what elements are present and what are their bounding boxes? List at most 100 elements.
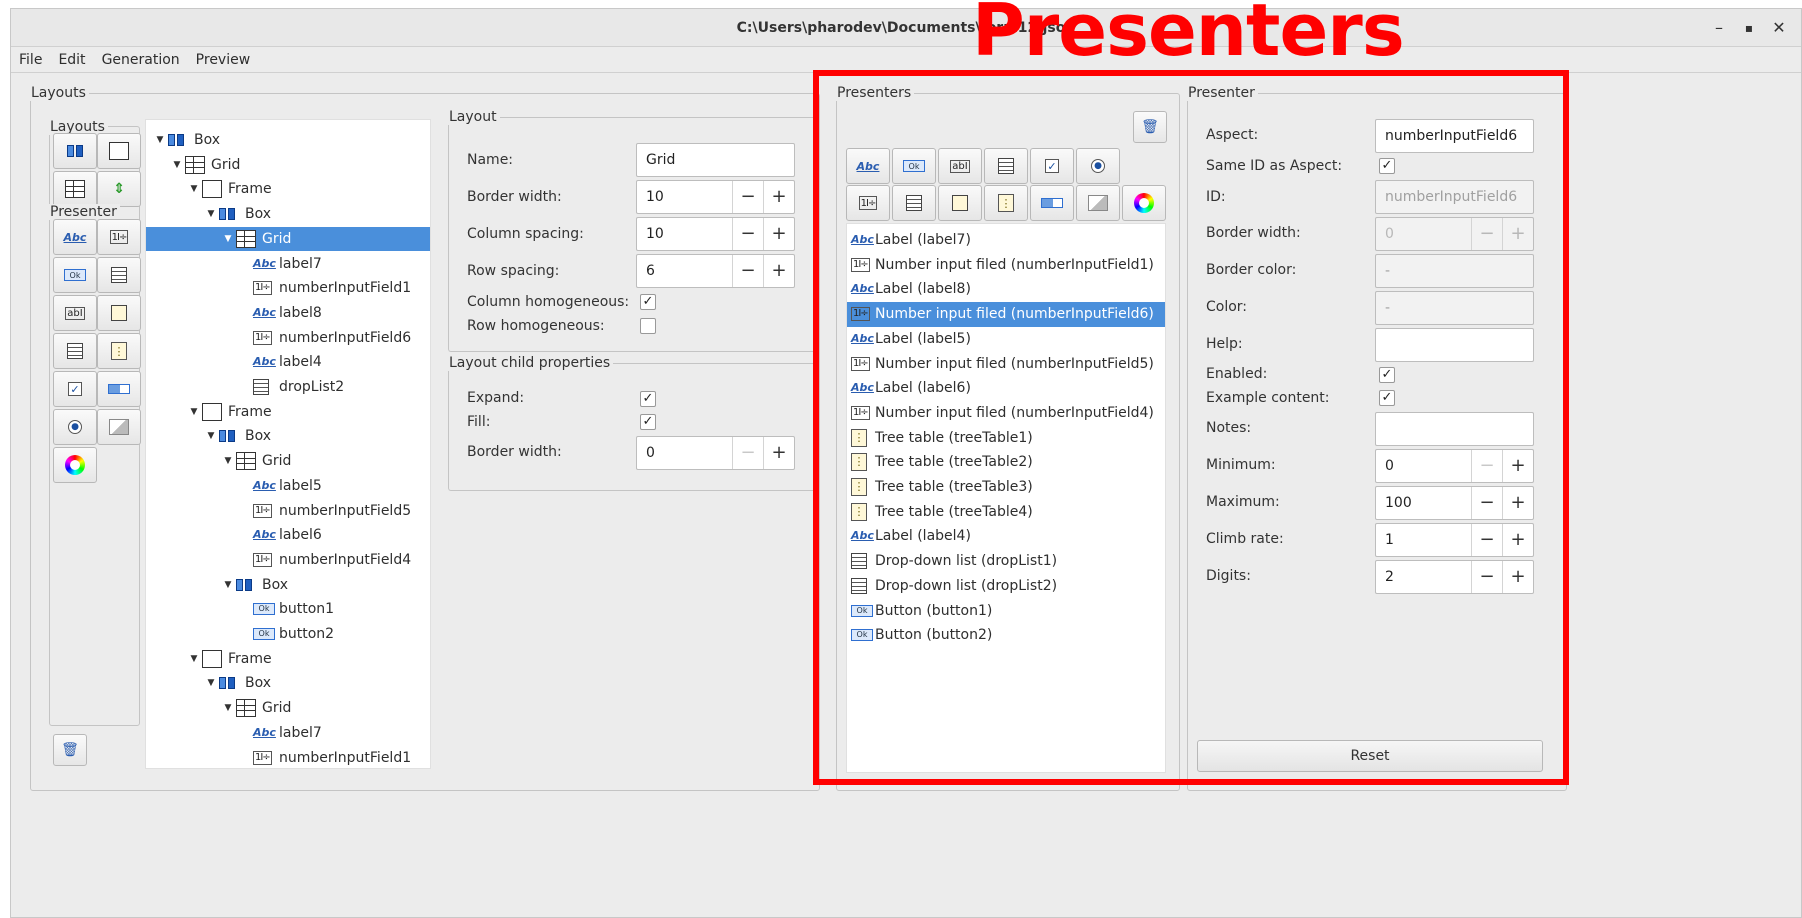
border-width-stepper[interactable]: 10− + (636, 180, 795, 214)
decrement-button[interactable]: − (732, 437, 763, 469)
tree-node[interactable]: Ok button2 (146, 622, 430, 646)
add-progress-bar-button[interactable] (1030, 185, 1074, 221)
presenter-border-width-value[interactable]: 0 (1376, 218, 1471, 250)
presenters-list[interactable]: Abc Label (label7) 1I÷ Number input filed (… (846, 223, 1166, 773)
row-spacing-stepper[interactable]: 6− + (636, 254, 795, 288)
add-box-button[interactable] (53, 133, 97, 169)
name-input[interactable]: Grid (636, 143, 795, 177)
tree-node[interactable]: ▼ Frame (146, 647, 430, 671)
menu-preview[interactable]: Preview (188, 47, 259, 73)
border-color-input[interactable]: - (1375, 254, 1534, 288)
tree-node[interactable]: 1I÷ numberInputField6 (146, 326, 430, 350)
add-text-input-button[interactable]: abI (53, 295, 97, 331)
climb-rate-value[interactable]: 1 (1376, 524, 1471, 556)
decrement-button[interactable]: − (1471, 524, 1502, 556)
delete-presenter-button[interactable] (1133, 111, 1167, 143)
maximize-button[interactable]: ▪ (1733, 9, 1765, 47)
tree-node[interactable]: ▼ Box (146, 671, 430, 695)
expand-arrow-icon[interactable]: ▼ (205, 671, 217, 695)
expand-arrow-icon[interactable]: ▼ (188, 647, 200, 671)
add-pane-button[interactable]: ⇕ (97, 171, 141, 207)
add-text-area-button[interactable] (97, 295, 141, 331)
increment-button[interactable]: + (1502, 524, 1533, 556)
add-checkbox-button[interactable]: ✓ (1030, 148, 1074, 184)
title-bar[interactable]: C:\Users\pharodev\Documents\form12.json … (11, 9, 1801, 47)
presenter-list-item[interactable]: Abc Label (label6) (847, 376, 1165, 401)
add-label-button[interactable]: Abc (53, 219, 97, 255)
column-homogeneous-checkbox[interactable]: ✓ (640, 294, 656, 310)
add-frame-button[interactable] (97, 133, 141, 169)
increment-button[interactable]: + (1502, 561, 1533, 593)
expand-arrow-icon[interactable]: ▼ (222, 449, 234, 473)
row-spacing-value[interactable]: 6 (637, 255, 732, 287)
presenter-list-item[interactable]: Abc Label (label7) (847, 228, 1165, 253)
presenter-list-item[interactable]: Drop-down list (dropList1) (847, 549, 1165, 574)
tree-node[interactable]: ▼ Box (146, 202, 430, 226)
presenter-list-item[interactable]: 1I÷ Number input filed (numberInputField6… (847, 302, 1165, 327)
enabled-checkbox[interactable]: ✓ (1379, 367, 1395, 383)
decrement-button[interactable]: − (732, 218, 763, 250)
tree-node[interactable]: ▼ Box (146, 424, 430, 448)
tree-node[interactable]: Abc label6 (146, 523, 430, 547)
tree-node[interactable]: 1I÷ numberInputField1 (146, 746, 430, 769)
maximum-value[interactable]: 100 (1376, 487, 1471, 519)
add-radio-button[interactable]: ● (53, 409, 97, 445)
row-homogeneous-checkbox[interactable] (640, 318, 656, 334)
layout-tree[interactable]: ▼ Box ▼ Grid ▼ Frame ▼ Box ▼ Grid Abc label7 1I÷ numb… (145, 119, 431, 769)
decrement-button[interactable]: − (1471, 218, 1502, 250)
delete-layout-button[interactable] (53, 734, 87, 766)
expand-arrow-icon[interactable]: ▼ (154, 128, 166, 152)
tree-node[interactable]: 1I÷ numberInputField4 (146, 548, 430, 572)
increment-button[interactable]: + (1502, 218, 1533, 250)
expand-arrow-icon[interactable]: ▼ (205, 202, 217, 226)
add-drop-list-button[interactable] (53, 333, 97, 369)
minimize-button[interactable]: – (1703, 9, 1735, 47)
child-border-width-value[interactable]: 0 (637, 437, 732, 469)
add-radio-button[interactable]: ● (1076, 148, 1120, 184)
tree-node[interactable]: ▼ Grid (146, 153, 430, 177)
presenter-list-item[interactable]: 1I÷ Number input filed (numberInputField5… (847, 352, 1165, 377)
presenter-border-width-stepper[interactable]: 0− + (1375, 217, 1534, 251)
tree-node[interactable]: Abc label4 (146, 350, 430, 374)
tree-node[interactable]: dropList2 (146, 375, 430, 399)
increment-button[interactable]: + (763, 437, 794, 469)
add-color-picker-button[interactable] (1122, 185, 1166, 221)
expand-arrow-icon[interactable]: ▼ (222, 227, 234, 251)
climb-rate-stepper[interactable]: 1− + (1375, 523, 1534, 557)
add-color-picker-button[interactable] (53, 447, 97, 483)
add-drop-list-button[interactable] (984, 148, 1028, 184)
border-width-value[interactable]: 10 (637, 181, 732, 213)
tree-node[interactable]: ▼ Grid (146, 449, 430, 473)
tree-node[interactable]: ▼ Box (146, 573, 430, 597)
expand-arrow-icon[interactable]: ▼ (188, 177, 200, 201)
child-border-width-stepper[interactable]: 0− + (636, 436, 795, 470)
add-tree-table-button[interactable]: ⋮ (97, 333, 141, 369)
minimum-stepper[interactable]: 0− + (1375, 449, 1534, 483)
tree-node[interactable]: Ok button1 (146, 597, 430, 621)
add-checkbox-button[interactable]: ✓ (53, 371, 97, 407)
add-tree-table-button[interactable]: ⋮ (984, 185, 1028, 221)
increment-button[interactable]: + (763, 181, 794, 213)
tree-node[interactable]: 1I÷ numberInputField1 (146, 276, 430, 300)
add-text-area-button[interactable] (938, 185, 982, 221)
menu-file[interactable]: File (11, 47, 50, 73)
column-spacing-stepper[interactable]: 10− + (636, 217, 795, 251)
tree-node[interactable]: 1I÷ numberInputField5 (146, 499, 430, 523)
menu-generation[interactable]: Generation (94, 47, 188, 73)
menu-edit[interactable]: Edit (50, 47, 93, 73)
add-list-button[interactable] (892, 185, 936, 221)
presenter-list-item[interactable]: Ok Button (button2) (847, 623, 1165, 648)
presenter-list-item[interactable]: Drop-down list (dropList2) (847, 574, 1165, 599)
presenter-list-item[interactable]: ⋮ Tree table (treeTable1) (847, 426, 1165, 451)
decrement-button[interactable]: − (1471, 487, 1502, 519)
add-list-button[interactable] (97, 257, 141, 293)
increment-button[interactable]: + (1502, 487, 1533, 519)
expand-checkbox[interactable]: ✓ (640, 391, 656, 407)
tree-node[interactable]: ▼ Grid (146, 696, 430, 720)
maximum-stepper[interactable]: 100− + (1375, 486, 1534, 520)
column-spacing-value[interactable]: 10 (637, 218, 732, 250)
add-progress-bar-button[interactable] (97, 371, 141, 407)
add-button-button[interactable]: Ok (892, 148, 936, 184)
minimum-value[interactable]: 0 (1376, 450, 1471, 482)
decrement-button[interactable]: − (1471, 561, 1502, 593)
